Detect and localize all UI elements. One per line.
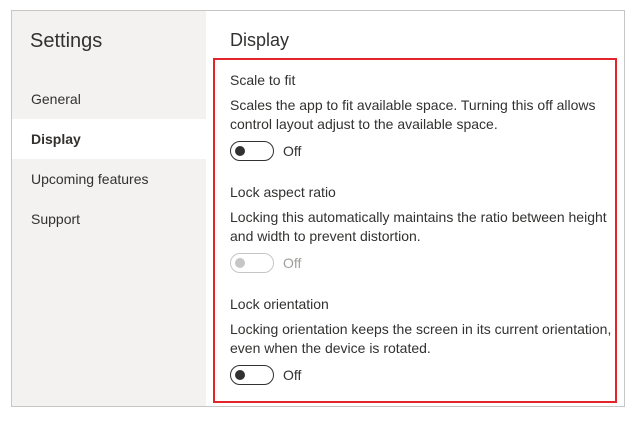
setting-description: Locking orientation keeps the screen in … xyxy=(230,321,612,356)
lock-orientation-toggle[interactable] xyxy=(230,365,274,385)
scale-to-fit-toggle[interactable] xyxy=(230,141,274,161)
settings-panel: Settings General Display Upcoming featur… xyxy=(11,10,625,407)
toggle-knob xyxy=(235,370,245,380)
sidebar-title: Settings xyxy=(30,30,103,52)
setting-description: Scales the app to fit available space. T… xyxy=(230,97,596,132)
toggle-row: Off xyxy=(230,140,625,162)
toggle-knob xyxy=(235,146,245,156)
setting-description: Locking this automatically maintains the… xyxy=(230,209,607,244)
toggle-row: Off xyxy=(230,364,625,386)
toggle-state-label: Off xyxy=(283,367,302,383)
sidebar-item-support[interactable]: Support xyxy=(12,199,206,239)
sidebar-item-general[interactable]: General xyxy=(12,79,206,119)
setting-scale-to-fit: Scale to fit Scales the app to fit avail… xyxy=(230,70,625,162)
main-content: Display Scale to fit Scales the app to f… xyxy=(206,11,624,406)
setting-title: Scale to fit xyxy=(230,72,296,88)
sidebar-item-display[interactable]: Display xyxy=(12,119,206,159)
page-title: Display xyxy=(230,30,290,50)
toggle-state-label: Off xyxy=(283,255,302,271)
setting-title: Lock aspect ratio xyxy=(230,184,336,200)
sidebar: Settings General Display Upcoming featur… xyxy=(12,11,206,406)
toggle-knob xyxy=(235,258,245,268)
sidebar-item-upcoming-features[interactable]: Upcoming features xyxy=(12,159,206,199)
toggle-row: Off xyxy=(230,252,625,274)
setting-lock-orientation: Lock orientation Locking orientation kee… xyxy=(230,294,625,386)
lock-aspect-ratio-toggle xyxy=(230,253,274,273)
toggle-state-label: Off xyxy=(283,143,302,159)
setting-title: Lock orientation xyxy=(230,296,329,312)
setting-lock-aspect-ratio: Lock aspect ratio Locking this automatic… xyxy=(230,182,625,274)
